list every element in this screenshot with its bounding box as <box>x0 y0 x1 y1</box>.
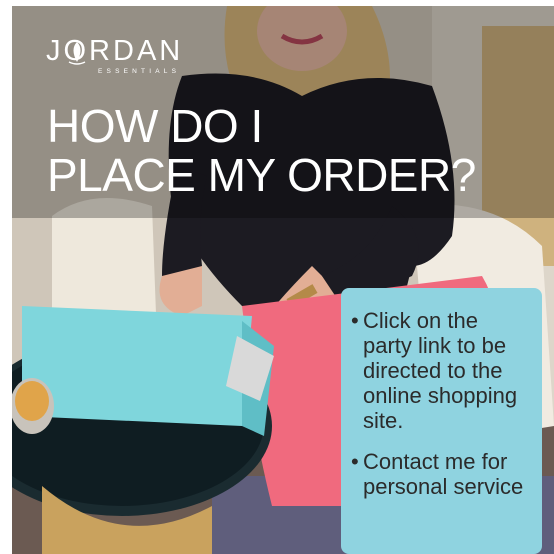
promo-graphic: JORDAN ESSENTIALS HOW DO I PLACE MY ORDE… <box>0 0 554 554</box>
logo-wordmark: JORDAN <box>46 35 184 67</box>
bullet-dot: • <box>351 449 359 474</box>
headline-line-2: PLACE MY ORDER? <box>47 149 476 201</box>
instructions-card: • Click on the party link to be directed… <box>341 288 542 554</box>
background-photo: JORDAN ESSENTIALS HOW DO I PLACE MY ORDE… <box>12 6 554 554</box>
bullet-text: Click on the party link to be directed t… <box>363 308 518 433</box>
bullet-item-party-link: • Click on the party link to be directed… <box>351 308 532 433</box>
brand-logo: JORDAN ESSENTIALS <box>46 36 183 75</box>
bullet-text: Contact me for personal service <box>363 449 524 499</box>
headline-line-1: HOW DO I <box>47 100 263 152</box>
logo-subtext: ESSENTIALS <box>98 68 181 75</box>
bullet-dot: • <box>351 308 359 333</box>
leaf-icon <box>68 42 86 65</box>
bullet-item-contact: • Contact me for personal service <box>351 449 532 499</box>
page-title: HOW DO I PLACE MY ORDER? <box>47 102 476 200</box>
